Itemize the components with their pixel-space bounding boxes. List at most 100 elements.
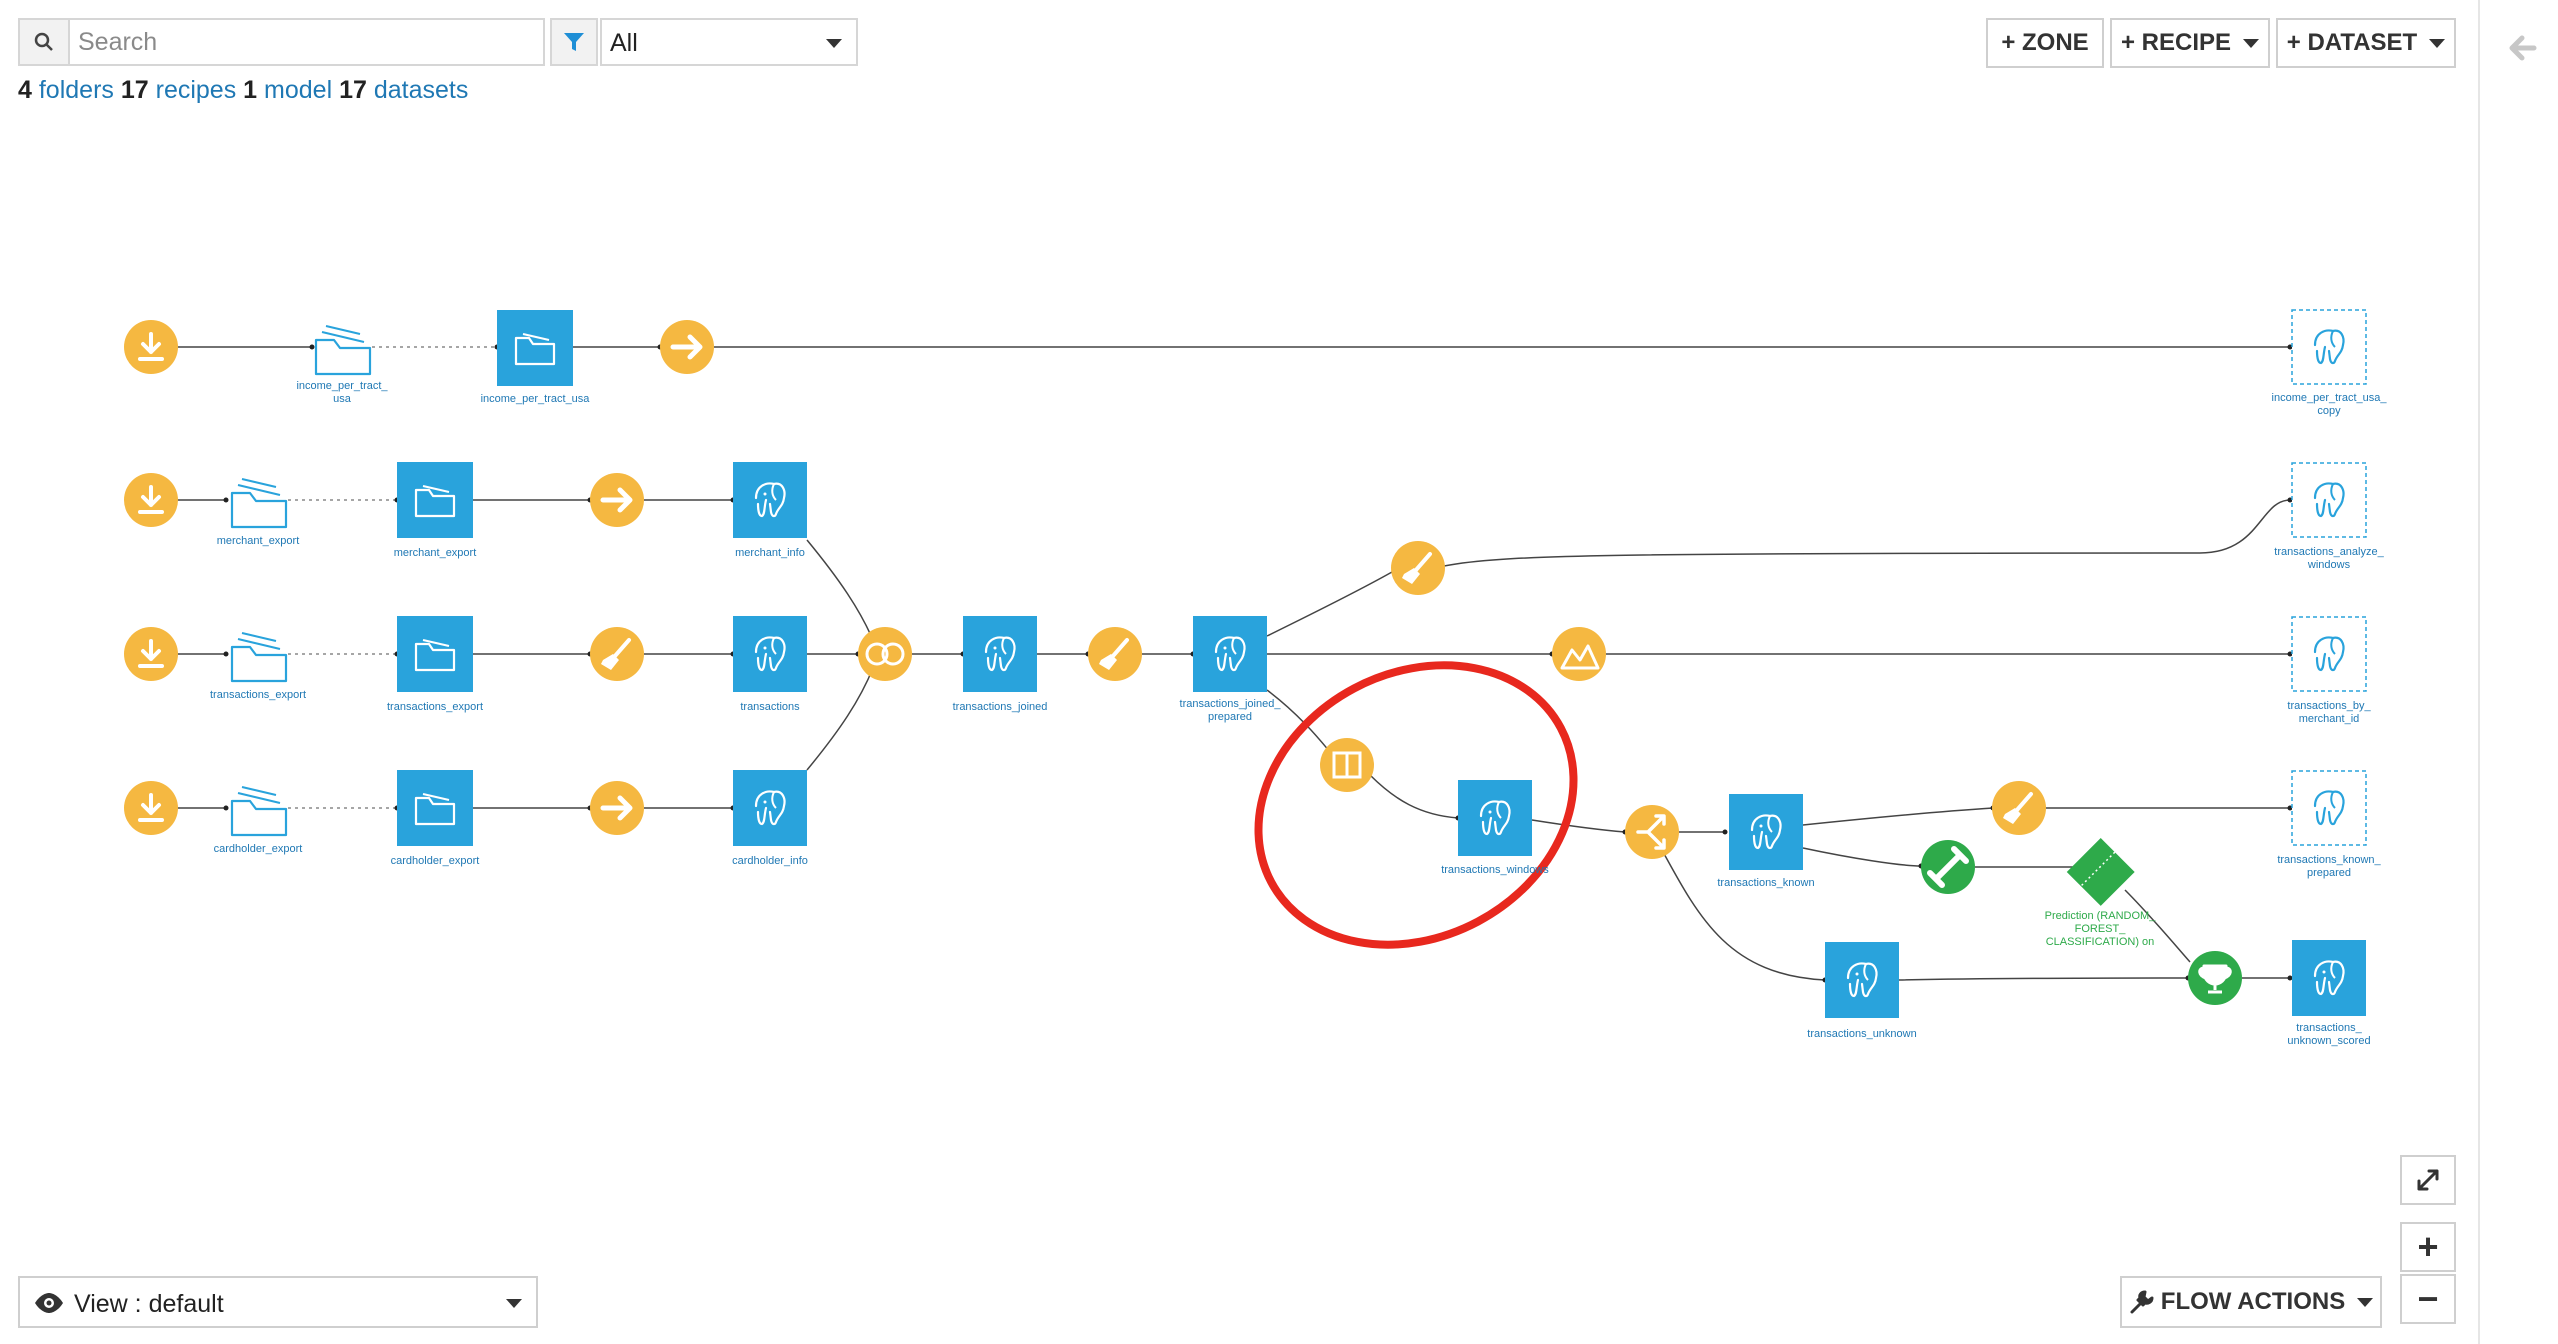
dataset-transactions-joined[interactable]: [963, 616, 1037, 692]
label-text: transactions_analyze_ windows: [2274, 546, 2384, 571]
prepare-recipe-known[interactable]: [1990, 779, 2048, 837]
dataset-cardholder-info[interactable]: [733, 770, 807, 846]
label-managed-merchant: merchant_export: [365, 547, 505, 560]
fullscreen-button[interactable]: [2400, 1155, 2456, 1205]
dataset-transactions[interactable]: [733, 616, 807, 692]
label-transactions-joined: transactions_joined: [930, 701, 1070, 714]
zoom-out-label: −: [2417, 1278, 2439, 1319]
chevron-down-icon: [506, 1299, 522, 1308]
label-transactions-windows: transactions_windows: [1425, 864, 1565, 877]
eye-icon: [35, 1293, 63, 1313]
sync-recipe-cardholder[interactable]: [590, 781, 644, 835]
dataset-transactions-unknown-scored[interactable]: [2292, 940, 2366, 1016]
label-text: transactions_export: [210, 689, 306, 701]
wrench-icon: [2130, 1290, 2154, 1314]
label-text: transactions_joined: [952, 701, 1048, 713]
dataset-transactions-known-prepared[interactable]: [2291, 770, 2367, 846]
managed-folder-income-per-tract-usa[interactable]: [497, 310, 573, 386]
label-analyze-windows: transactions_analyze_ windows: [2259, 546, 2399, 572]
label-text: transactions_windows: [1441, 864, 1549, 876]
label-text: merchant_export: [393, 547, 477, 559]
managed-folder-cardholder-export[interactable]: [397, 770, 473, 846]
label-transactions-known: transactions_known: [1696, 877, 1836, 890]
label-text: transactions_joined_ prepared: [1179, 698, 1281, 723]
prepare-recipe-joined[interactable]: [1086, 625, 1144, 683]
saved-model-prediction[interactable]: [2066, 838, 2135, 906]
managed-folder-merchant-export[interactable]: [397, 462, 473, 538]
score-recipe[interactable]: [2188, 951, 2242, 1005]
label-folder-transactions: transactions_export: [188, 689, 328, 702]
download-recipe-2[interactable]: [122, 471, 180, 529]
label-text: transactions_by_ merchant_id: [2287, 700, 2371, 725]
window-recipe[interactable]: [1320, 738, 1374, 792]
dataset-transactions-unknown[interactable]: [1825, 942, 1899, 1018]
label-text: transactions_export: [387, 701, 483, 713]
flow-graph: [122, 309, 2367, 1018]
train-recipe[interactable]: [1921, 840, 1975, 894]
label-by-merchant-id: transactions_by_ merchant_id: [2259, 700, 2399, 726]
right-panel-rail: [2478, 0, 2558, 1344]
label-folder-income: income_per_tract_ usa: [272, 380, 412, 406]
label-merchant-info: merchant_info: [700, 547, 840, 560]
label-folder-cardholder: cardholder_export: [188, 843, 328, 856]
sync-recipe-income[interactable]: [660, 320, 714, 374]
download-recipe-3[interactable]: [122, 625, 180, 683]
label-transactions-unknown: transactions_unknown: [1792, 1028, 1932, 1041]
label-transactions-joined-prepared: transactions_joined_ prepared: [1160, 698, 1300, 724]
view-select-value: View : default: [74, 1290, 224, 1318]
label-text: transactions_known_ prepared: [2277, 854, 2381, 879]
folder-transactions-export[interactable]: [230, 631, 288, 683]
label-text: transactions: [740, 701, 800, 713]
chevron-down-icon: [2357, 1297, 2374, 1307]
label-folder-merchant: merchant_export: [188, 535, 328, 548]
label-income-copy: income_per_tract_usa_ copy: [2259, 392, 2399, 418]
label-text: cardholder_info: [732, 855, 808, 867]
view-select[interactable]: View : default: [18, 1276, 538, 1328]
folder-income-per-tract-usa[interactable]: [314, 324, 372, 376]
dataset-transactions-analyze-windows[interactable]: [2291, 462, 2367, 538]
expand-icon: [2417, 1169, 2439, 1191]
flow-actions-label: FLOW ACTIONS: [2160, 1288, 2346, 1315]
zoom-in-label: +: [2417, 1226, 2439, 1267]
label-known-prepared: transactions_known_ prepared: [2259, 854, 2399, 880]
managed-folder-transactions-export[interactable]: [397, 616, 473, 692]
label-text: merchant_export: [216, 535, 300, 547]
zoom-out-button[interactable]: −: [2400, 1274, 2456, 1324]
download-recipe-4[interactable]: [122, 779, 180, 837]
label-text: cardholder_export: [390, 855, 480, 867]
dataset-transactions-known[interactable]: [1729, 794, 1803, 870]
prepare-recipe-transactions[interactable]: [588, 625, 646, 683]
flow-actions-button[interactable]: FLOW ACTIONS: [2120, 1276, 2382, 1328]
prepare-recipe-analyze-windows[interactable]: [1389, 539, 1447, 597]
label-unknown-scored: transactions_ unknown_scored: [2259, 1022, 2399, 1048]
sync-recipe-merchant[interactable]: [590, 473, 644, 527]
folder-merchant-export[interactable]: [230, 477, 288, 529]
label-managed-income: income_per_tract_usa: [465, 393, 605, 406]
label-model: Prediction (RANDOM_ FOREST_ CLASSIFICATI…: [2030, 910, 2170, 949]
zoom-in-button[interactable]: +: [2400, 1222, 2456, 1272]
dataset-transactions-by-merchant-id[interactable]: [2291, 616, 2367, 692]
label-cardholder-info: cardholder_info: [700, 855, 840, 868]
label-text: transactions_ unknown_scored: [2287, 1022, 2371, 1047]
group-recipe[interactable]: [1552, 627, 1606, 681]
download-recipe-1[interactable]: [122, 318, 180, 376]
arrow-left-icon[interactable]: [2504, 30, 2540, 66]
dataset-income-per-tract-usa-copy[interactable]: [2291, 309, 2367, 385]
label-text: transactions_unknown: [1807, 1028, 1917, 1040]
join-recipe[interactable]: [858, 627, 912, 681]
split-recipe[interactable]: [1625, 805, 1679, 859]
label-text: income_per_tract_ usa: [296, 380, 388, 405]
dataset-transactions-windows[interactable]: [1458, 780, 1532, 856]
dataset-merchant-info[interactable]: [733, 462, 807, 538]
label-text: income_per_tract_usa: [480, 393, 590, 405]
label-text: income_per_tract_usa_ copy: [2271, 392, 2387, 417]
label-transactions: transactions: [700, 701, 840, 714]
dataset-transactions-joined-prepared[interactable]: [1193, 616, 1267, 692]
label-text: cardholder_export: [213, 843, 303, 855]
label-managed-cardholder: cardholder_export: [365, 855, 505, 868]
label-managed-transactions: transactions_export: [365, 701, 505, 714]
label-text: transactions_known: [1717, 877, 1815, 889]
folder-cardholder-export[interactable]: [230, 785, 288, 837]
label-text: Prediction (RANDOM_ FOREST_ CLASSIFICATI…: [2044, 910, 2156, 948]
label-text: merchant_info: [735, 547, 805, 559]
